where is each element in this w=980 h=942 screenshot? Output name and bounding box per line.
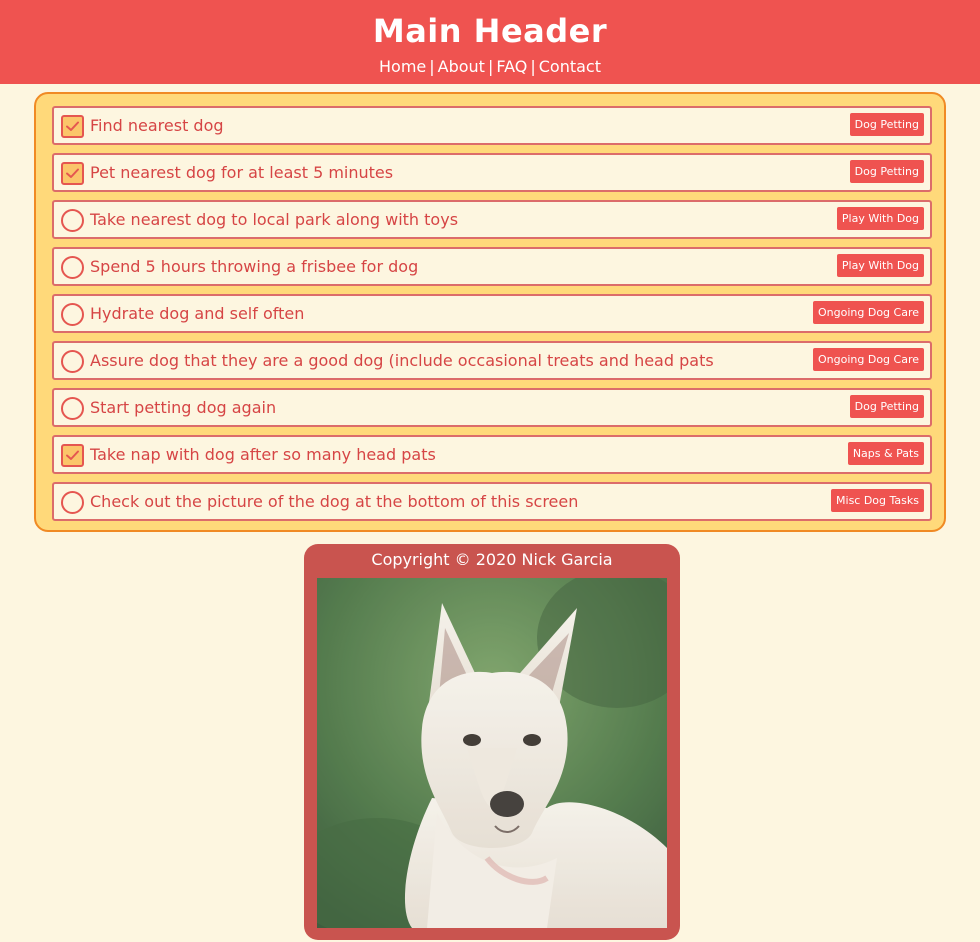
todo-item[interactable]: Assure dog that they are a good dog (inc… [52,341,932,380]
nav-link-faq[interactable]: FAQ [496,57,527,76]
checkbox-checked[interactable] [61,162,84,185]
todo-text: Assure dog that they are a good dog (inc… [90,351,714,370]
nav-separator: | [429,57,435,76]
nav-separator: | [530,57,536,76]
nav-bar: Home | About | FAQ | Contact [0,56,980,78]
todo-item[interactable]: Find nearest dog Dog Petting [52,106,932,145]
category-tag: Ongoing Dog Care [813,301,924,324]
footer: Copyright © 2020 Nick Garcia [304,544,680,940]
checkbox-unchecked[interactable] [61,397,84,420]
todo-text: Pet nearest dog for at least 5 minutes [90,163,394,182]
category-tag: Naps & Pats [847,442,924,465]
todo-item[interactable]: Pet nearest dog for at least 5 minutes D… [52,153,932,192]
nav-link-contact[interactable]: Contact [539,57,601,76]
category-tag: Dog Petting [849,113,924,136]
todo-text: Find nearest dog [90,116,224,135]
category-tag: Play With Dog [836,207,924,230]
todo-item[interactable]: Hydrate dog and self often Ongoing Dog C… [52,294,932,333]
page-title: Main Header [372,12,608,50]
checkbox-unchecked[interactable] [61,209,84,232]
todo-text: Start petting dog again [90,398,277,417]
nav-link-about[interactable]: About [438,57,485,76]
nav-separator: | [487,57,494,76]
dog-photo-illustration [317,578,667,928]
nav-link-home[interactable]: Home [379,57,426,76]
todo-list: Find nearest dog Dog Petting Pet nearest… [34,92,946,532]
todo-item[interactable]: Take nap with dog after so many head pat… [52,435,932,474]
category-tag: Dog Petting [849,395,924,418]
todo-text: Check out the picture of the dog at the … [90,492,579,511]
dog-photo [317,578,667,928]
todo-item[interactable]: Take nearest dog to local park along wit… [52,200,932,239]
copyright-text: Copyright © 2020 Nick Garcia [371,550,613,569]
category-tag: Dog Petting [849,160,924,183]
todo-text: Hydrate dog and self often [90,304,305,323]
checkmark-icon [66,168,79,178]
todo-item[interactable]: Start petting dog again Dog Petting [52,388,932,427]
todo-text: Take nearest dog to local park along wit… [90,210,459,229]
checkbox-checked[interactable] [61,115,84,138]
category-tag: Misc Dog Tasks [831,489,924,512]
todo-text: Take nap with dog after so many head pat… [90,445,436,464]
checkbox-unchecked[interactable] [61,303,84,326]
checkbox-unchecked[interactable] [61,256,84,279]
category-tag: Play With Dog [836,254,924,277]
checkmark-icon [66,450,79,460]
main-header: Main Header Home | About | FAQ | Contact [0,0,980,84]
todo-text: Spend 5 hours throwing a frisbee for dog [90,257,419,276]
category-tag: Ongoing Dog Care [813,348,924,371]
todo-item[interactable]: Spend 5 hours throwing a frisbee for dog… [52,247,932,286]
todo-item[interactable]: Check out the picture of the dog at the … [52,482,932,521]
checkmark-icon [66,121,79,131]
checkbox-checked[interactable] [61,444,84,467]
checkbox-unchecked[interactable] [61,350,84,373]
checkbox-unchecked[interactable] [61,491,84,514]
